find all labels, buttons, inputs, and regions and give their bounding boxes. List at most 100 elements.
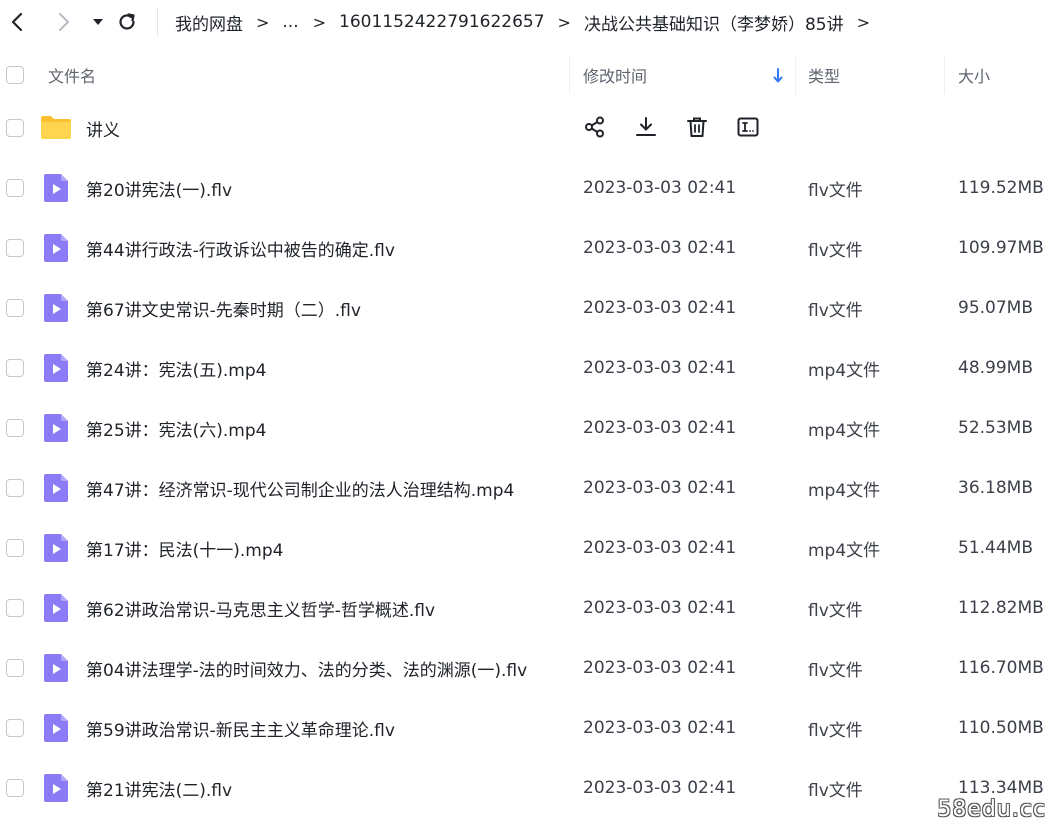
file-row[interactable]: 第24讲：宪法(五).mp4 2023-03-03 02:41 mp4文件 48.99… <box>0 338 1062 398</box>
file-modified-time: 2023-03-03 02:41 <box>583 178 737 198</box>
file-row[interactable]: 第21讲宪法(二).flv 2023-03-03 02:41 flv文件 113.34… <box>0 758 1062 818</box>
column-divider[interactable] <box>569 56 570 94</box>
breadcrumb-item-collapsed[interactable]: ... <box>282 12 298 32</box>
row-checkbox[interactable] <box>6 299 24 317</box>
file-size: 48.99MB <box>958 358 1033 378</box>
file-name[interactable]: 第59讲政治常识-新民主主义革命理论.flv <box>86 698 395 758</box>
file-name[interactable]: 第21讲宪法(二).flv <box>86 758 232 818</box>
download-icon <box>636 117 656 136</box>
file-row[interactable]: 第04讲法理学-法的时间效力、法的分类、法的渊源(一).flv 2023-03-0… <box>0 638 1062 698</box>
column-header-name[interactable]: 文件名 <box>48 52 96 98</box>
row-checkbox[interactable] <box>6 779 24 797</box>
file-row[interactable]: 第44讲行政法-行政诉讼中被告的确定.flv 2023-03-03 02:41 fl… <box>0 218 1062 278</box>
file-modified-time: 2023-03-03 02:41 <box>583 538 737 558</box>
column-header-size[interactable]: 大小 <box>958 52 990 98</box>
breadcrumb-separator: > <box>856 12 870 32</box>
file-size: 36.18MB <box>958 478 1033 498</box>
breadcrumb: 我的网盘 > ... > 1601152422791622657 > 决战公共基… <box>175 0 883 44</box>
refresh-icon <box>119 13 135 30</box>
file-type: mp4文件 <box>808 420 881 441</box>
share-icon <box>585 116 604 138</box>
file-name[interactable]: 第25讲：宪法(六).mp4 <box>86 398 266 458</box>
arrow-down-icon[interactable] <box>772 68 784 84</box>
watermark: 58edu.cc <box>937 797 1046 822</box>
file-row[interactable]: 第62讲政治常识-马克思主义哲学-哲学概述.flv 2023-03-03 02:4… <box>0 578 1062 638</box>
breadcrumb-item-root[interactable]: 我的网盘 <box>175 10 243 35</box>
row-checkbox[interactable] <box>6 179 24 197</box>
file-size: 112.82MB <box>958 598 1044 618</box>
file-name[interactable]: 第47讲：经济常识-现代公司制企业的法人治理结构.mp4 <box>86 458 514 518</box>
download-button[interactable] <box>633 114 659 140</box>
row-checkbox[interactable] <box>6 599 24 617</box>
video-file-icon <box>44 474 68 502</box>
file-name[interactable]: 第62讲政治常识-马克思主义哲学-哲学概述.flv <box>86 578 435 638</box>
folder-row[interactable]: 讲义 <box>0 98 1062 158</box>
video-file-icon <box>44 354 68 382</box>
back-button[interactable] <box>4 8 30 36</box>
row-checkbox[interactable] <box>6 719 24 737</box>
folder-icon <box>41 116 71 139</box>
file-modified-time: 2023-03-03 02:41 <box>583 778 737 798</box>
breadcrumb-item-folder-id[interactable]: 1601152422791622657 <box>339 12 545 32</box>
refresh-button[interactable] <box>114 8 140 36</box>
file-name[interactable]: 第04讲法理学-法的时间效力、法的分类、法的渊源(一).flv <box>86 638 527 698</box>
file-row[interactable]: 第47讲：经济常识-现代公司制企业的法人治理结构.mp4 2023-03-03 0… <box>0 458 1062 518</box>
history-dropdown-button[interactable] <box>85 8 111 36</box>
file-size: 110.50MB <box>958 718 1044 738</box>
column-divider[interactable] <box>795 56 796 94</box>
file-row[interactable]: 第20讲宪法(一).flv 2023-03-03 02:41 flv文件 119.52… <box>0 158 1062 218</box>
file-name[interactable]: 第20讲宪法(一).flv <box>86 158 232 218</box>
row-checkbox[interactable] <box>6 419 24 437</box>
file-row[interactable]: 第17讲：民法(十一).mp4 2023-03-03 02:41 mp4文件 51.4… <box>0 518 1062 578</box>
row-checkbox[interactable] <box>6 539 24 557</box>
select-all-checkbox[interactable] <box>6 66 24 84</box>
file-row[interactable]: 第67讲文史常识-先秦时期（二）.flv 2023-03-03 02:41 flv文… <box>0 278 1062 338</box>
delete-button[interactable] <box>684 114 710 140</box>
file-modified-time: 2023-03-03 02:41 <box>583 718 737 738</box>
file-name[interactable]: 第67讲文史常识-先秦时期（二）.flv <box>86 278 361 338</box>
file-modified-time: 2023-03-03 02:41 <box>583 238 737 258</box>
caret-down-icon <box>93 19 103 25</box>
file-row[interactable]: 第25讲：宪法(六).mp4 2023-03-03 02:41 mp4文件 52.53… <box>0 398 1062 458</box>
file-type: flv文件 <box>808 720 863 741</box>
rename-button[interactable] <box>735 114 761 140</box>
share-button[interactable] <box>582 114 608 140</box>
file-modified-time: 2023-03-03 02:41 <box>583 658 737 678</box>
file-size: 95.07MB <box>958 298 1033 318</box>
column-header-type[interactable]: 类型 <box>808 52 840 98</box>
breadcrumb-item-current[interactable]: 决战公共基础知识（李梦娇）85讲 <box>584 10 844 35</box>
column-header-modified[interactable]: 修改时间 <box>583 52 647 98</box>
file-modified-time: 2023-03-03 02:41 <box>583 418 737 438</box>
breadcrumb-separator: > <box>312 12 327 32</box>
file-row[interactable]: 第59讲政治常识-新民主主义革命理论.flv 2023-03-03 02:41 fl… <box>0 698 1062 758</box>
file-type: mp4文件 <box>808 480 881 501</box>
nav-divider <box>157 8 158 36</box>
file-name[interactable]: 第44讲行政法-行政诉讼中被告的确定.flv <box>86 218 395 278</box>
file-modified-time: 2023-03-03 02:41 <box>583 478 737 498</box>
row-checkbox[interactable] <box>6 239 24 257</box>
file-type: flv文件 <box>808 780 863 801</box>
file-size: 51.44MB <box>958 538 1033 558</box>
file-list-header: 文件名 修改时间 类型 大小 <box>0 52 1062 98</box>
forward-button[interactable] <box>51 8 77 36</box>
file-type: flv文件 <box>808 180 863 201</box>
top-nav-bar: 我的网盘 > ... > 1601152422791622657 > 决战公共基… <box>0 0 1062 44</box>
file-type: flv文件 <box>808 600 863 621</box>
video-file-icon <box>44 774 68 802</box>
column-divider[interactable] <box>944 56 945 94</box>
file-name[interactable]: 第24讲：宪法(五).mp4 <box>86 338 266 398</box>
file-name[interactable]: 第17讲：民法(十一).mp4 <box>86 518 283 578</box>
video-file-icon <box>44 714 68 742</box>
video-file-icon <box>44 414 68 442</box>
row-checkbox[interactable] <box>6 119 24 137</box>
folder-name[interactable]: 讲义 <box>86 98 120 158</box>
file-size: 119.52MB <box>958 178 1044 198</box>
file-type: flv文件 <box>808 240 863 261</box>
row-checkbox[interactable] <box>6 479 24 497</box>
file-modified-time: 2023-03-03 02:41 <box>583 298 737 318</box>
video-file-icon <box>44 294 68 322</box>
row-checkbox[interactable] <box>6 359 24 377</box>
delete-icon <box>687 117 707 137</box>
row-checkbox[interactable] <box>6 659 24 677</box>
file-type: mp4文件 <box>808 540 881 561</box>
